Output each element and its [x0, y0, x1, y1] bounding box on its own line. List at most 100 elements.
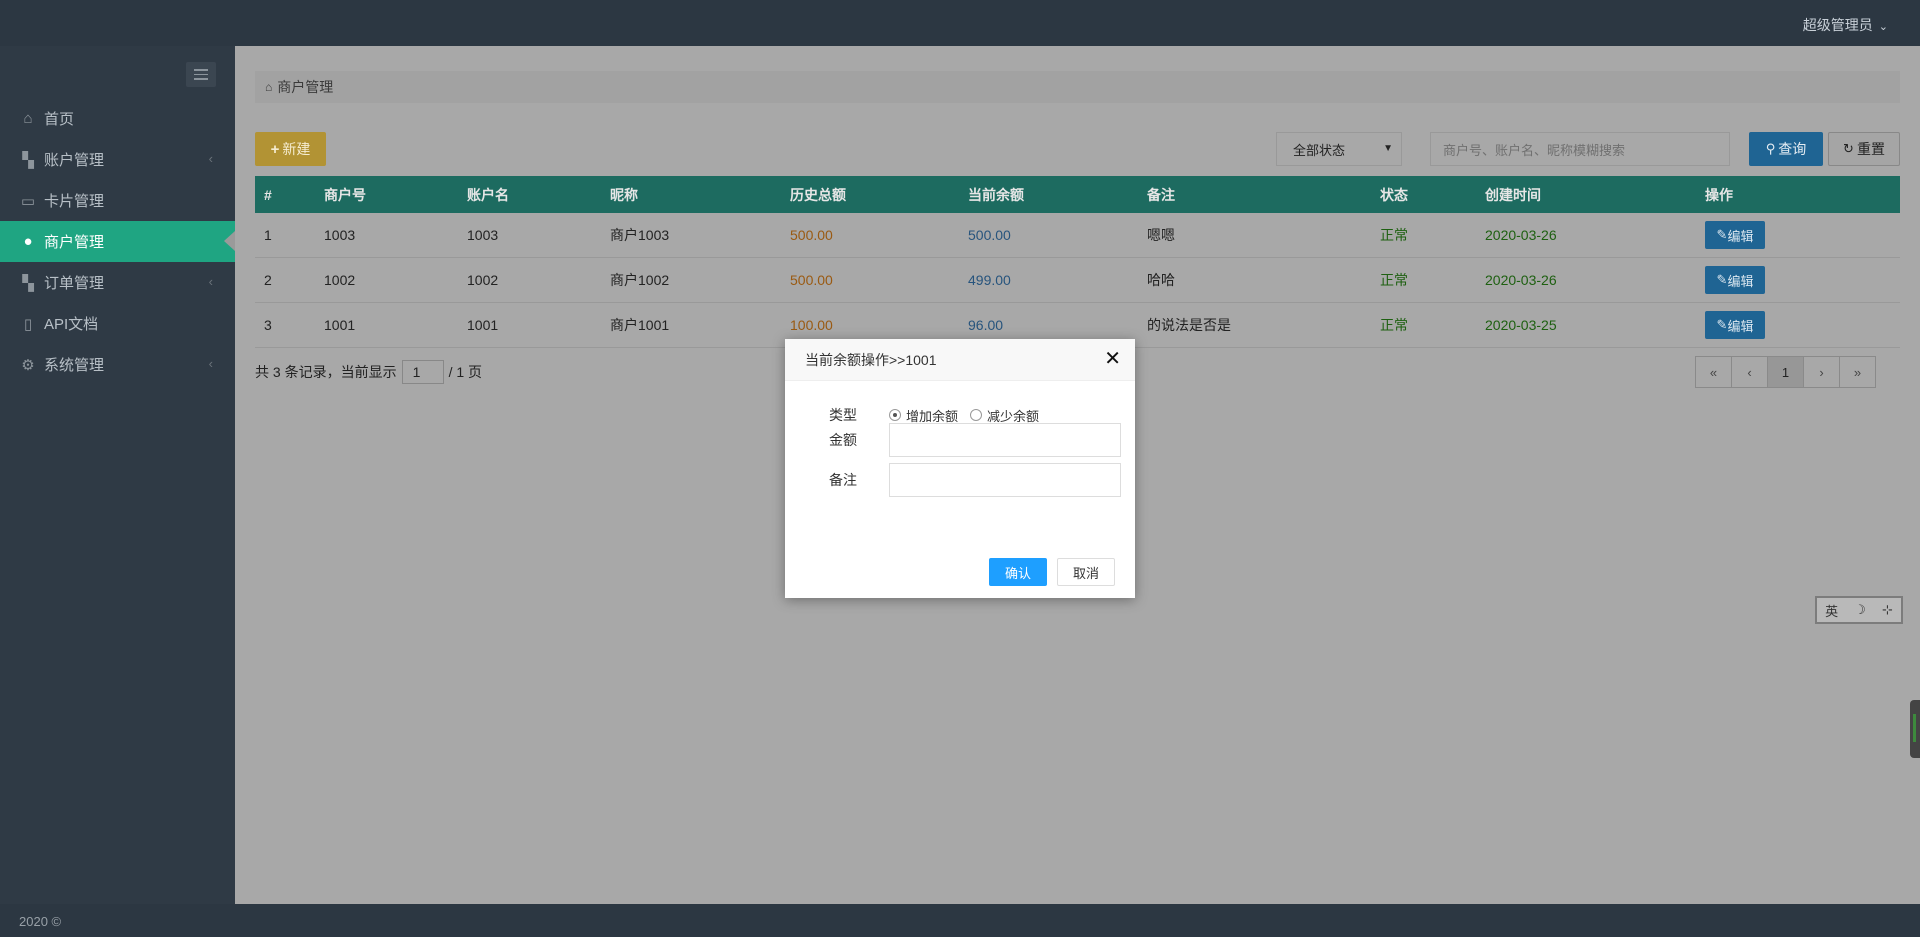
table-cell-merchant-no: 1003	[324, 227, 356, 243]
amount-input[interactable]	[889, 423, 1121, 457]
edit-button[interactable]: ✎ 编辑	[1705, 221, 1765, 249]
table-cell-remark: 嗯嗯	[1147, 227, 1175, 243]
remark-input[interactable]	[889, 463, 1121, 497]
column-header: 昵称	[610, 186, 638, 203]
edit-button[interactable]: ✎ 编辑	[1705, 311, 1765, 339]
sidebar-item[interactable]: ▭ 卡片管理	[0, 180, 235, 221]
home-icon: ⌂	[265, 80, 273, 94]
sidebar-item[interactable]: ● 商户管理	[0, 221, 235, 262]
moon-icon[interactable]: ☽	[1854, 602, 1866, 618]
type-radio[interactable]: 增加余额	[889, 406, 958, 425]
table-cell-created: 2020-03-25	[1485, 317, 1557, 333]
ime-toolbar[interactable]: 英 ☽ ⊹	[1815, 596, 1903, 624]
user-icon: ●	[23, 233, 33, 250]
edit-button[interactable]: ✎ 编辑	[1705, 266, 1765, 294]
page-button[interactable]: ‹	[1731, 356, 1768, 388]
table-cell-idx: 1	[264, 227, 272, 243]
table-cell-merchant-no: 1001	[324, 317, 356, 333]
side-handle[interactable]	[1910, 700, 1920, 758]
table-row: 1 1003 1003 商户1003 500.00 500.00 嗯嗯 正常 2020-03-2…	[255, 213, 1900, 258]
book-icon: ▯	[23, 315, 33, 333]
table-cell-status: 正常	[1380, 227, 1408, 243]
new-button[interactable]: + 新建	[255, 132, 326, 166]
table-cell-nickname: 商户1002	[610, 272, 670, 288]
blocks-icon: ▚	[22, 274, 34, 292]
confirm-button[interactable]: 确认	[989, 558, 1047, 586]
chevron-left-icon: ‹	[208, 151, 213, 166]
status-select[interactable]: 全部状态 ▼	[1276, 132, 1402, 166]
sidebar-toggle-button[interactable]	[186, 62, 216, 87]
sidebar-item[interactable]: ▚ 账户管理 ‹	[0, 139, 235, 180]
table-cell-account: 1001	[467, 317, 499, 333]
chevron-left-icon: ‹	[208, 356, 213, 371]
search-input[interactable]: 商户号、账户名、昵称模糊搜索	[1430, 132, 1730, 166]
balance-modal: 当前余额操作>>1001 ✕ 类型 增加余额 减少余额 金额 备注 确认 取消	[785, 339, 1135, 598]
column-header: 状态	[1380, 186, 1408, 203]
column-header: 商户号	[324, 186, 366, 203]
table-cell-balance: 500.00	[968, 227, 1011, 243]
table-header: # 商户号 账户名 昵称 历史总额 当前余额 备注 状态 创建时间 操作	[255, 176, 1900, 213]
column-header: 创建时间	[1485, 186, 1541, 203]
modal-title: 当前余额操作>>1001	[805, 351, 937, 368]
column-header: 历史总额	[790, 186, 846, 203]
table-cell-action: ✎ 编辑	[1705, 213, 1765, 257]
page-button[interactable]: «	[1695, 356, 1732, 388]
column-header: 账户名	[467, 186, 509, 203]
status-select-value: 全部状态	[1293, 142, 1346, 158]
caret-down-icon: ▼	[1383, 143, 1393, 154]
edit-icon: ✎	[1716, 227, 1728, 242]
top-bar: 超级管理员 ⌄	[0, 0, 1920, 46]
ime-language-toggle[interactable]: 英	[1825, 601, 1838, 620]
pagination-info: 共 3 条记录，当前显示 1 / 1 页	[255, 360, 482, 384]
table-cell-idx: 3	[264, 317, 272, 333]
sidebar-item[interactable]: ⚙ 系统管理 ‹	[0, 344, 235, 385]
type-radio[interactable]: 减少余额	[970, 406, 1039, 425]
page-number-input[interactable]: 1	[401, 360, 444, 384]
table-cell-action: ✎ 编辑	[1705, 258, 1765, 302]
gear-icon: ⚙	[21, 356, 35, 374]
sidebar-item-label: 商户管理	[44, 234, 105, 251]
remark-row: 备注	[829, 463, 1121, 497]
cancel-button[interactable]: 取消	[1057, 558, 1115, 586]
edit-icon: ✎	[1716, 272, 1728, 287]
amount-row: 金额	[829, 423, 1121, 457]
sidebar: ⌂ 首页 ▚ 账户管理 ‹ ▭ 卡片管理 ● 商户管理 ▚ 订单管理 ‹ ▯ API文档 ⚙ 系统管理 ‹	[0, 46, 235, 904]
reset-button[interactable]: ↻ 重置	[1828, 132, 1900, 166]
radio-circle[interactable]	[889, 409, 901, 421]
page-button[interactable]: ›	[1803, 356, 1840, 388]
column-header: #	[264, 186, 272, 203]
ime-mode-icon[interactable]: ⊹	[1882, 602, 1893, 618]
reset-button-label: 重置	[1856, 141, 1885, 157]
type-label: 类型	[829, 407, 857, 423]
table-cell-status: 正常	[1380, 317, 1408, 333]
sidebar-item-label: 订单管理	[44, 275, 105, 292]
user-menu-label: 超级管理员	[1802, 17, 1873, 33]
page-button[interactable]: »	[1839, 356, 1876, 388]
page-button[interactable]: 1	[1767, 356, 1804, 388]
card-icon: ▭	[20, 192, 36, 210]
merchant-table: # 商户号 账户名 昵称 历史总额 当前余额 备注 状态 创建时间 操作 1 1003 1003 商户1…	[255, 176, 1900, 348]
column-header: 当前余额	[968, 186, 1024, 203]
sidebar-item[interactable]: ▚ 订单管理 ‹	[0, 262, 235, 303]
radio-circle[interactable]	[970, 409, 983, 421]
sidebar-item-label: API文档	[44, 316, 99, 333]
new-button-label: 新建	[282, 141, 311, 157]
table-cell-remark: 的说法是否是	[1147, 317, 1231, 333]
edit-icon: ✎	[1716, 317, 1728, 332]
modal-header: 当前余额操作>>1001 ✕	[785, 339, 1135, 381]
table-cell-merchant-no: 1002	[324, 272, 356, 288]
table-cell-total: 500.00	[790, 272, 833, 288]
sidebar-item[interactable]: ⌂ 首页	[0, 98, 235, 139]
footer: 2020 ©	[0, 904, 1920, 937]
close-icon[interactable]: ✕	[1104, 349, 1121, 369]
column-header: 备注	[1147, 186, 1175, 203]
chevron-down-icon: ⌄	[1878, 20, 1888, 33]
chevron-left-icon: ‹	[208, 274, 213, 289]
table-cell-remark: 哈哈	[1147, 272, 1175, 288]
sidebar-item[interactable]: ▯ API文档	[0, 303, 235, 344]
edit-button-label: 编辑	[1727, 273, 1754, 289]
query-button[interactable]: ⚲ 查询	[1749, 132, 1823, 166]
type-radio-group: 增加余额 减少余额	[889, 406, 1051, 425]
table-cell-balance: 499.00	[968, 272, 1011, 288]
user-menu[interactable]: 超级管理员 ⌄	[1803, 15, 1888, 35]
